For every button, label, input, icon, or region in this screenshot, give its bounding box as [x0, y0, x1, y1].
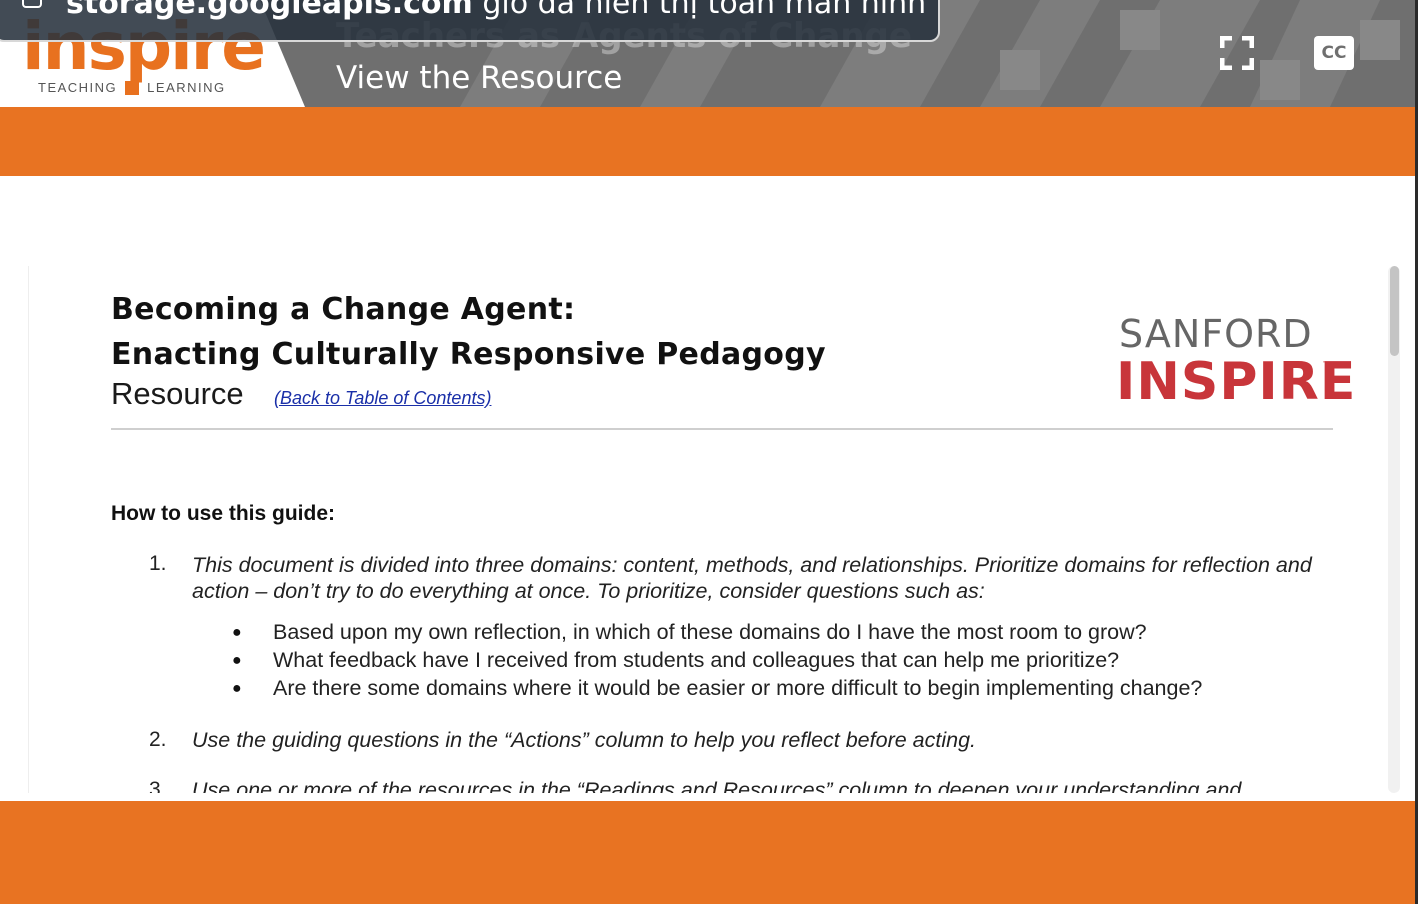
list-item-number: 2. [149, 728, 167, 751]
closed-captions-button[interactable]: CC [1314, 36, 1354, 70]
bullet-item: What feedback have I received from stude… [273, 648, 1120, 672]
resource-label: Resource [111, 376, 244, 411]
list-item-text: Use one or more of the resources in the … [192, 778, 1242, 793]
cc-icon: CC [1321, 43, 1347, 63]
notification-message: giờ đã hiển thị toàn màn hình [472, 0, 927, 21]
list-item-text: Use the guiding questions in the “Action… [192, 728, 977, 752]
bullet-icon: ● [232, 680, 242, 697]
fullscreen-notification: storage.googleapis.com giờ đã hiển thị t… [0, 0, 940, 42]
logo-tagline-right: LEARNING [147, 80, 226, 95]
bullet-icon: ● [232, 652, 242, 669]
bullet-icon: ● [232, 624, 242, 641]
bullet-item: Based upon my own reflection, in which o… [273, 620, 1147, 644]
inspire-brand: INSPIRE [1116, 352, 1357, 412]
orange-band-bottom [0, 801, 1418, 904]
sanford-brand: SANFORD [1119, 312, 1313, 356]
list-item-text: This document is divided into three doma… [192, 553, 1312, 603]
document-scrollbar-thumb[interactable] [1390, 266, 1399, 356]
fullscreen-notification-text: storage.googleapis.com giờ đã hiển thị t… [66, 0, 926, 21]
orange-band-top [0, 107, 1418, 176]
logo-tagline-left: TEACHING [38, 80, 118, 95]
guide-heading: How to use this guide: [111, 502, 335, 525]
notification-domain: storage.googleapis.com [66, 0, 473, 21]
logo-square-icon [125, 80, 140, 95]
trademark-mark: TM [1323, 360, 1336, 370]
bullet-item: Are there some domains where it would be… [273, 676, 1203, 700]
list-item-number: 1. [149, 552, 167, 575]
document-viewer[interactable]: Becoming a Change Agent: Enacting Cultur… [28, 266, 1403, 793]
fullscreen-button[interactable] [1219, 35, 1255, 71]
title-divider [111, 428, 1333, 430]
page-icon [22, 0, 42, 8]
fullscreen-icon [1219, 35, 1255, 71]
document-title-line1: Becoming a Change Agent: [111, 292, 576, 327]
document-title-line2: Enacting Culturally Responsive Pedagogy [111, 337, 826, 372]
back-to-contents-link[interactable]: (Back to Table of Contents) [274, 388, 491, 409]
page-subtitle: View the Resource [336, 60, 623, 96]
list-item-number: 3. [149, 778, 167, 793]
logo-tagline: TEACHING LEARNING [38, 80, 226, 95]
